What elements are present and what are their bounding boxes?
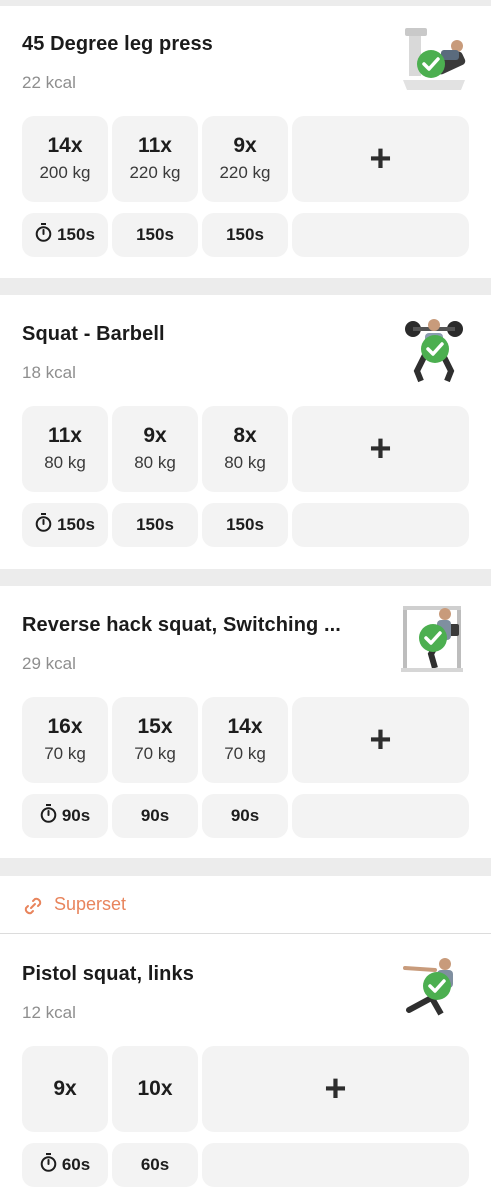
exercise-card[interactable]: Squat - Barbell 18 kcal 11x 80 kg 9x 80 … <box>0 295 491 569</box>
rest-time-tile[interactable]: 150s <box>112 213 198 257</box>
set-tile[interactable]: 14x 70 kg <box>202 697 288 783</box>
set-reps: 14x <box>227 715 263 738</box>
set-weight: 80 kg <box>224 453 266 472</box>
set-tile[interactable]: 9x <box>22 1046 108 1132</box>
set-reps: 14x <box>47 134 83 157</box>
set-reps: 15x <box>137 715 173 738</box>
rest-time-tile[interactable]: 60s <box>22 1143 108 1187</box>
set-reps: 9x <box>143 424 167 447</box>
exercise-card[interactable]: Pistol squat, links 12 kcal 9x 10x + 60s… <box>0 934 491 1200</box>
rest-time: 60s <box>61 1155 91 1174</box>
set-tile[interactable]: 8x 80 kg <box>202 406 288 492</box>
rest-time: 150s <box>57 225 95 244</box>
set-reps: 16x <box>47 715 83 738</box>
rest-time: 90s <box>140 806 170 825</box>
rest-time-tile[interactable]: 150s <box>202 213 288 257</box>
exercise-kcal: 18 kcal <box>22 363 76 382</box>
set-weight: 200 kg <box>39 163 91 182</box>
rest-time: 60s <box>140 1155 170 1174</box>
rest-row: 60s 60s <box>0 1143 491 1187</box>
rest-time-empty <box>292 794 469 838</box>
link-icon <box>22 895 44 917</box>
rest-time: 90s <box>61 806 91 825</box>
stopwatch-icon <box>35 223 52 247</box>
set-weight: 70 kg <box>134 744 176 763</box>
set-reps: 10x <box>137 1077 173 1100</box>
stopwatch-icon <box>40 804 57 828</box>
add-set-button[interactable]: + <box>292 116 469 202</box>
rest-row: 150s 150s 150s <box>0 503 491 547</box>
workout-exercise-list: 45 Degree leg press 22 kcal 14x 200 kg 1… <box>0 0 491 1200</box>
add-set-button[interactable]: + <box>292 406 469 492</box>
plus-icon: + <box>369 719 392 761</box>
add-set-button[interactable]: + <box>292 697 469 783</box>
superset-label: Superset <box>54 894 127 914</box>
set-weight: 220 kg <box>129 163 181 182</box>
stopwatch-icon <box>40 1153 57 1177</box>
set-tile[interactable]: 11x 220 kg <box>112 116 198 202</box>
rest-time-tile[interactable]: 150s <box>22 213 108 257</box>
pistol-squat-icon[interactable] <box>395 948 473 1026</box>
rest-row: 90s 90s 90s <box>0 794 491 838</box>
rest-time-tile[interactable]: 60s <box>112 1143 198 1187</box>
set-weight: 220 kg <box>219 163 271 182</box>
superset-row[interactable]: Superset <box>0 876 491 934</box>
add-set-button[interactable]: + <box>202 1046 469 1132</box>
exercise-kcal: 12 kcal <box>22 1003 76 1022</box>
exercise-title: 45 Degree leg press <box>22 33 213 55</box>
rest-time-tile[interactable]: 90s <box>22 794 108 838</box>
rest-time: 150s <box>226 225 264 244</box>
barbell-squat-icon[interactable] <box>395 309 473 387</box>
exercise-card[interactable]: Reverse hack squat, Switching ... 29 kca… <box>0 586 491 858</box>
set-reps: 9x <box>233 134 257 157</box>
rest-time: 90s <box>230 806 260 825</box>
set-tile[interactable]: 9x 220 kg <box>202 116 288 202</box>
rest-row: 150s 150s 150s <box>0 213 491 257</box>
exercise-kcal: 22 kcal <box>22 73 76 92</box>
set-reps: 8x <box>233 424 257 447</box>
leg-press-machine-icon[interactable] <box>395 20 473 98</box>
hack-squat-machine-icon[interactable] <box>395 600 473 678</box>
set-reps: 9x <box>53 1077 77 1100</box>
rest-time-empty <box>292 503 469 547</box>
set-tile[interactable]: 16x 70 kg <box>22 697 108 783</box>
set-weight: 70 kg <box>224 744 266 763</box>
set-tile[interactable]: 10x <box>112 1046 198 1132</box>
rest-time: 150s <box>136 515 174 534</box>
set-weight: 80 kg <box>44 453 86 472</box>
plus-icon: + <box>324 1068 347 1110</box>
rest-time-tile[interactable]: 150s <box>112 503 198 547</box>
set-weight: 80 kg <box>134 453 176 472</box>
set-reps: 11x <box>48 424 82 447</box>
exercise-title: Reverse hack squat, Switching ... <box>22 614 341 636</box>
set-weight: 70 kg <box>44 744 86 763</box>
set-tile[interactable]: 15x 70 kg <box>112 697 198 783</box>
rest-time-tile[interactable]: 150s <box>202 503 288 547</box>
rest-time-tile[interactable]: 150s <box>22 503 108 547</box>
rest-time: 150s <box>136 225 174 244</box>
set-tile[interactable]: 9x 80 kg <box>112 406 198 492</box>
exercise-card[interactable]: 45 Degree leg press 22 kcal 14x 200 kg 1… <box>0 6 491 278</box>
rest-time-tile[interactable]: 90s <box>202 794 288 838</box>
plus-icon: + <box>369 138 392 180</box>
rest-time: 150s <box>57 515 95 534</box>
rest-time-empty <box>202 1143 469 1187</box>
exercise-title: Pistol squat, links <box>22 963 194 985</box>
set-tile[interactable]: 14x 200 kg <box>22 116 108 202</box>
plus-icon: + <box>369 428 392 470</box>
rest-time-empty <box>292 213 469 257</box>
rest-time: 150s <box>226 515 264 534</box>
set-reps: 11x <box>138 134 172 157</box>
rest-time-tile[interactable]: 90s <box>112 794 198 838</box>
exercise-title: Squat - Barbell <box>22 323 165 345</box>
exercise-kcal: 29 kcal <box>22 654 76 673</box>
set-tile[interactable]: 11x 80 kg <box>22 406 108 492</box>
stopwatch-icon <box>35 513 52 537</box>
